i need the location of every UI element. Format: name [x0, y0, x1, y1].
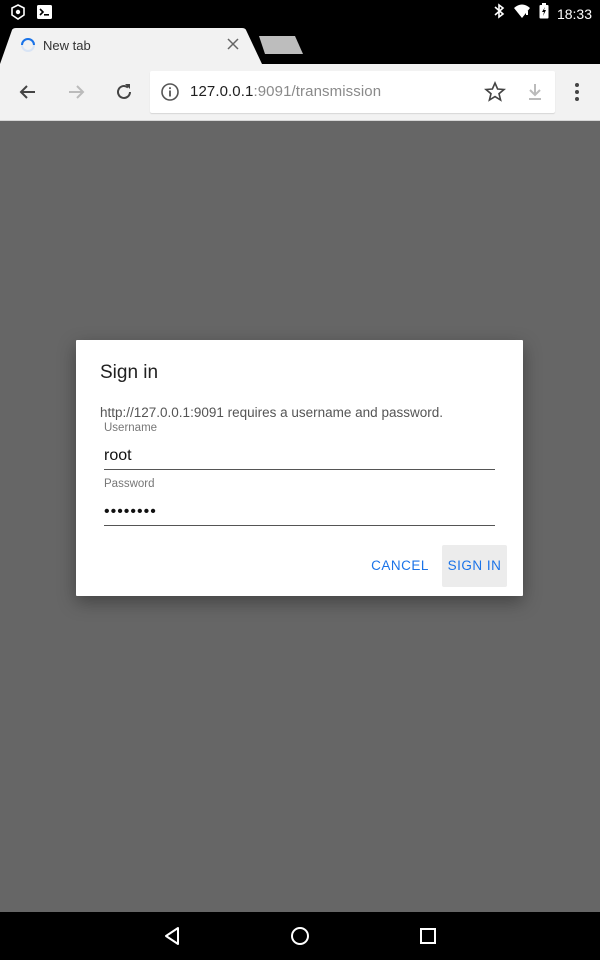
dialog-title: Sign in — [100, 362, 159, 383]
url-host: 127.0.0.1 — [190, 83, 254, 100]
forward-button[interactable] — [64, 80, 88, 104]
tab-new-tab[interactable]: New tab — [0, 28, 262, 64]
browser-toolbar: 127.0.0.1:9091/transmission — [0, 64, 600, 121]
password-label: Password — [104, 478, 155, 490]
cancel-button[interactable]: CANCEL — [362, 545, 438, 587]
arrow-left-icon — [19, 85, 35, 99]
back-triangle-icon[interactable] — [161, 924, 185, 953]
new-tab-button[interactable] — [257, 36, 305, 61]
bluetooth-icon — [493, 3, 505, 24]
more-vert-icon[interactable] — [566, 80, 588, 109]
reload-icon — [117, 84, 131, 99]
password-field[interactable] — [104, 499, 495, 526]
url-text[interactable]: 127.0.0.1:9091/transmission — [190, 83, 381, 100]
tab-strip: New tab — [0, 24, 600, 64]
username-label: Username — [104, 422, 158, 434]
info-icon[interactable] — [160, 82, 180, 107]
status-bar: 18:33 — [0, 0, 600, 24]
recents-square-icon[interactable] — [416, 924, 440, 953]
sign-in-dialog: Sign in http://127.0.0.1:9091 requires a… — [76, 340, 523, 596]
download-icon[interactable] — [524, 81, 546, 108]
wifi-icon — [513, 3, 531, 24]
status-time: 18:33 — [556, 5, 592, 22]
tab-title: New tab — [43, 38, 91, 53]
back-button[interactable] — [16, 80, 40, 104]
terminal-icon — [36, 4, 53, 25]
home-circle-icon[interactable] — [288, 924, 312, 953]
url-path: :9091/transmission — [253, 83, 382, 100]
reload-button[interactable] — [112, 80, 136, 104]
arrow-right-icon — [69, 85, 85, 99]
battery-charging-icon — [539, 3, 549, 24]
address-bar[interactable]: 127.0.0.1:9091/transmission — [150, 71, 555, 113]
sign-in-button[interactable]: SIGN IN — [442, 545, 507, 587]
navigation-bar — [0, 912, 600, 960]
bookmark-star-icon[interactable] — [483, 80, 507, 108]
username-field[interactable] — [104, 443, 495, 470]
dialog-message: http://127.0.0.1:9091 requires a usernam… — [100, 405, 443, 420]
shield-notification-icon — [10, 4, 26, 25]
